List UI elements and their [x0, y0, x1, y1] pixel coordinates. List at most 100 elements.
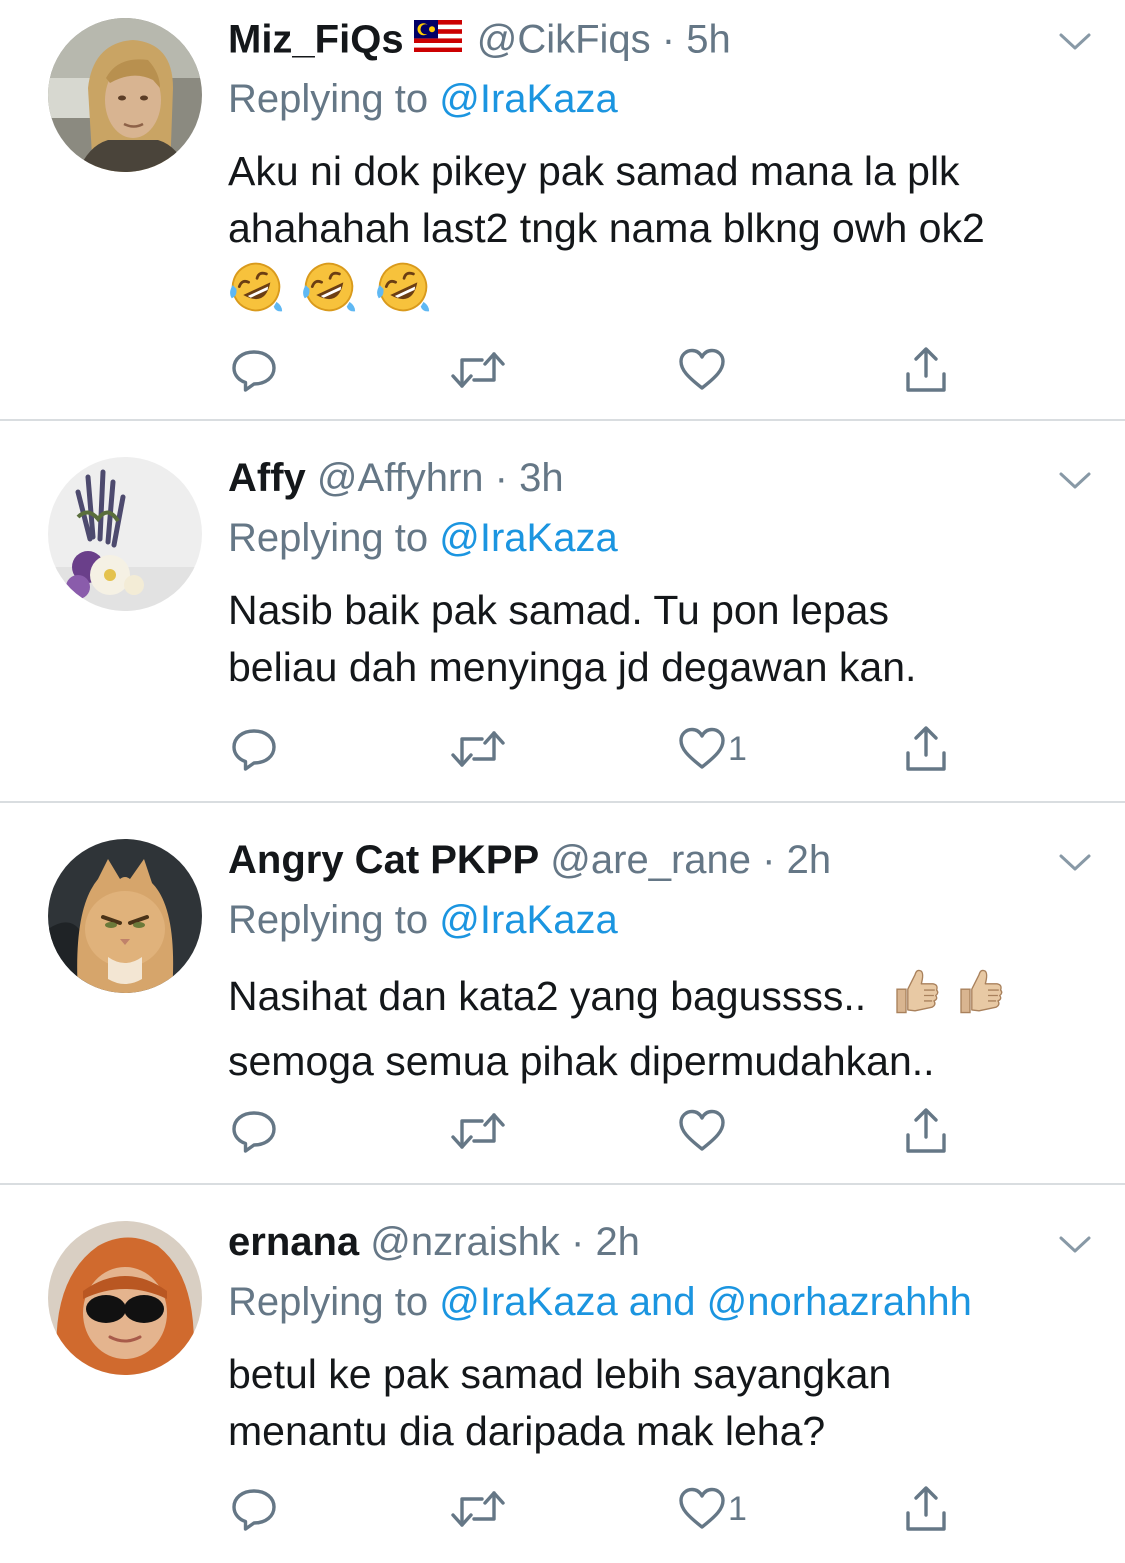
replying-to: Replying to @IraKaza — [228, 514, 618, 562]
separator-dot: · — [570, 1220, 585, 1264]
retweet-button[interactable] — [448, 342, 508, 398]
heart-icon — [678, 725, 726, 773]
tweet-text-line: Aku ni dok pikey pak samad mana la plk — [228, 148, 960, 194]
thumbs-up-emoji — [952, 964, 1006, 1033]
tweet-text-line: betul ke pak samad lebih sayangkan — [228, 1351, 892, 1397]
separator-dot: · — [762, 838, 776, 882]
mention-link[interactable]: @IraKaza and @norhazrahhh — [439, 1280, 972, 1324]
share-icon — [902, 346, 950, 394]
tweet-actions: 1 — [228, 721, 988, 777]
heart-icon — [678, 346, 726, 394]
avatar[interactable] — [48, 457, 202, 611]
like-count: 1 — [728, 1490, 747, 1528]
like-button[interactable]: 1 — [678, 721, 747, 777]
reply-icon — [230, 346, 278, 394]
tweet-actions: 1 — [228, 1481, 988, 1537]
timestamp[interactable]: 2h — [787, 838, 832, 882]
chevron-down-icon[interactable] — [1055, 22, 1095, 62]
tweet[interactable]: Miz_FiQs @CikFiqs · 5h Replying to @IraK… — [0, 0, 1125, 420]
retweet-button[interactable] — [448, 1481, 508, 1537]
chevron-down-icon[interactable] — [1055, 461, 1095, 501]
retweet-icon — [448, 1485, 508, 1533]
reply-icon — [230, 1485, 278, 1533]
mention-link[interactable]: @IraKaza — [439, 516, 617, 560]
tweet-text: Nasib baik pak samad. Tu pon lepas belia… — [228, 582, 1088, 696]
replying-to: Replying to @IraKaza — [228, 896, 618, 944]
tweet-text-line: ahahahah last2 tngk nama blkng owh ok2 — [228, 205, 985, 251]
heart-icon — [678, 1485, 726, 1533]
handle[interactable]: @CikFiqs — [477, 18, 651, 62]
display-name[interactable]: Miz_FiQs — [228, 18, 404, 62]
share-icon — [902, 1107, 950, 1155]
handle[interactable]: @are_rane — [550, 838, 751, 882]
mention-link[interactable]: @IraKaza — [439, 898, 617, 942]
replying-prefix: Replying to — [228, 77, 440, 121]
replying-to: Replying to @IraKaza — [228, 75, 618, 123]
emoji-row — [228, 259, 1088, 319]
retweet-icon — [448, 1107, 508, 1155]
retweet-button[interactable] — [448, 1103, 508, 1159]
rolling-on-floor-laughing-emoji — [301, 259, 357, 330]
display-name[interactable]: Affy — [228, 456, 306, 500]
tweet-text: betul ke pak samad lebih sayangkan menan… — [228, 1346, 1088, 1460]
avatar[interactable] — [48, 1221, 202, 1375]
reply-button[interactable] — [230, 342, 278, 398]
handle[interactable]: @nzraishk — [370, 1220, 560, 1264]
retweet-icon — [448, 725, 508, 773]
reply-button[interactable] — [230, 1481, 278, 1537]
thumbs-up-emoji — [888, 964, 942, 1033]
like-button[interactable]: 1 — [678, 1481, 747, 1537]
retweet-icon — [448, 346, 508, 394]
share-icon — [902, 725, 950, 773]
tweet[interactable]: Angry Cat PKPP @are_rane · 2h Replying t… — [0, 803, 1125, 1184]
tweet-text: Aku ni dok pikey pak samad mana la plk a… — [228, 143, 1088, 319]
timestamp[interactable]: 5h — [686, 18, 731, 62]
handle[interactable]: @Affyhrn — [317, 456, 484, 500]
replying-prefix: Replying to — [228, 516, 440, 560]
tweet-text: Nasihat dan kata2 yang bagussss.. semoga… — [228, 964, 1088, 1090]
share-icon — [902, 1485, 950, 1533]
tweet-header: Miz_FiQs @CikFiqs · 5h — [228, 15, 731, 63]
timestamp[interactable]: 3h — [519, 456, 564, 500]
tweet-text-line: semoga semua pihak dipermudahkan.. — [228, 1038, 935, 1084]
share-button[interactable] — [902, 1103, 950, 1159]
tweet-text-line: Nasihat dan kata2 yang bagussss.. — [228, 973, 867, 1019]
tweet-actions — [228, 1103, 988, 1159]
avatar[interactable] — [48, 18, 202, 172]
tweet-actions — [228, 342, 988, 398]
replying-prefix: Replying to — [228, 898, 440, 942]
tweet-header: Angry Cat PKPP @are_rane · 2h — [228, 836, 831, 884]
separator-dot: · — [661, 17, 676, 62]
like-button[interactable] — [678, 1103, 728, 1159]
display-name[interactable]: Angry Cat PKPP — [228, 838, 539, 882]
retweet-button[interactable] — [448, 721, 508, 777]
reply-icon — [230, 725, 278, 773]
avatar[interactable] — [48, 839, 202, 993]
tweet-header: Affy @Affyhrn · 3h — [228, 454, 564, 502]
malaysia-flag-icon — [413, 15, 462, 63]
tweet[interactable]: Affy @Affyhrn · 3h Replying to @IraKaza … — [0, 421, 1125, 802]
like-count: 1 — [728, 730, 747, 768]
rolling-on-floor-laughing-emoji — [228, 259, 284, 330]
separator-dot: · — [494, 456, 508, 500]
display-name[interactable]: ernana — [228, 1220, 359, 1264]
tweet-text-line: menantu dia daripada mak leha? — [228, 1408, 826, 1454]
reply-button[interactable] — [230, 1103, 278, 1159]
share-button[interactable] — [902, 1481, 950, 1537]
mention-link[interactable]: @IraKaza — [439, 77, 617, 121]
tweet-header: ernana @nzraishk · 2h — [228, 1218, 640, 1266]
tweet[interactable]: ernana @nzraishk · 2h Replying to @IraKa… — [0, 1185, 1125, 1563]
like-button[interactable] — [678, 342, 728, 398]
replying-prefix: Replying to — [228, 1280, 440, 1324]
tweet-text-line: Nasib baik pak samad. Tu pon lepas — [228, 587, 889, 633]
timestamp[interactable]: 2h — [595, 1220, 640, 1264]
reply-icon — [230, 1107, 278, 1155]
heart-icon — [678, 1107, 726, 1155]
chevron-down-icon[interactable] — [1055, 1225, 1095, 1265]
reply-button[interactable] — [230, 721, 278, 777]
rolling-on-floor-laughing-emoji — [375, 259, 431, 330]
share-button[interactable] — [902, 721, 950, 777]
chevron-down-icon[interactable] — [1055, 843, 1095, 883]
tweet-text-line: beliau dah menyinga jd degawan kan. — [228, 644, 917, 690]
share-button[interactable] — [902, 342, 950, 398]
